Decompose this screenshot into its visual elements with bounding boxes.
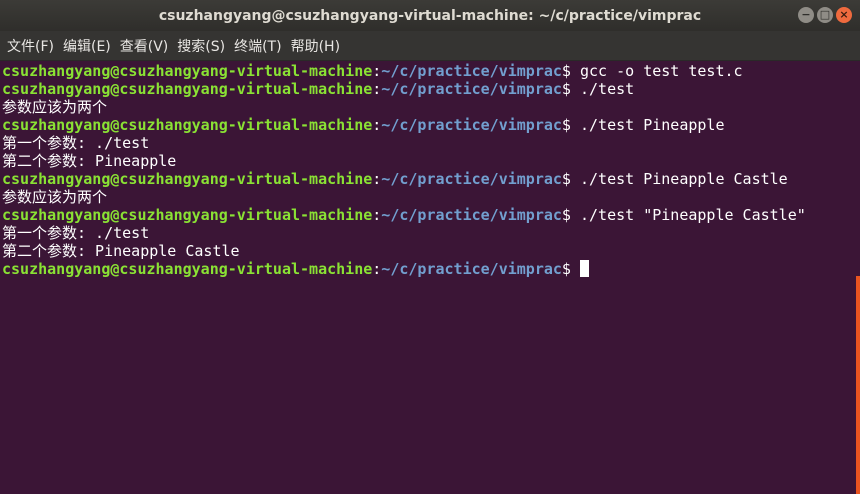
output-line: 第一个参数: ./test [2, 134, 150, 152]
prompt-user-host: csuzhangyang@csuzhangyang-virtual-machin… [2, 80, 373, 98]
prompt-user-host: csuzhangyang@csuzhangyang-virtual-machin… [2, 116, 373, 134]
command-text: ./test Pineapple [579, 116, 725, 134]
prompt-path: ~/c/practice/vimprac [381, 170, 562, 188]
menu-view[interactable]: 查看(V) [117, 36, 175, 56]
output-line: 第一个参数: ./test [2, 224, 150, 242]
minimize-button[interactable]: − [798, 7, 814, 23]
window-title: csuzhangyang@csuzhangyang-virtual-machin… [158, 7, 702, 24]
prompt-colon: : [372, 260, 382, 278]
prompt-colon: : [372, 62, 382, 80]
maximize-button[interactable]: □ [817, 7, 833, 23]
command-text: gcc -o test test.c [579, 62, 743, 80]
command-text: ./test [579, 80, 635, 98]
menu-search[interactable]: 搜索(S) [174, 36, 231, 56]
menu-file[interactable]: 文件(F) [4, 36, 60, 56]
prompt-dollar: $ [561, 80, 580, 98]
output-line: 参数应该为两个 [2, 98, 108, 116]
prompt-path: ~/c/practice/vimprac [381, 116, 562, 134]
prompt-dollar: $ [561, 170, 580, 188]
prompt-path: ~/c/practice/vimprac [381, 80, 562, 98]
close-button[interactable]: × [836, 7, 852, 23]
command-text: ./test Pineapple Castle [579, 170, 788, 188]
prompt-user-host: csuzhangyang@csuzhangyang-virtual-machin… [2, 170, 373, 188]
prompt-dollar: $ [561, 62, 580, 80]
menu-edit[interactable]: 编辑(E) [60, 36, 117, 56]
prompt-user-host: csuzhangyang@csuzhangyang-virtual-machin… [2, 260, 373, 278]
prompt-line: csuzhangyang@csuzhangyang-virtual-machin… [2, 116, 860, 134]
prompt-line: csuzhangyang@csuzhangyang-virtual-machin… [2, 62, 860, 80]
prompt-path: ~/c/practice/vimprac [381, 206, 562, 224]
prompt-dollar: $ [561, 116, 580, 134]
menu-terminal[interactable]: 终端(T) [231, 36, 287, 56]
prompt-dollar: $ [561, 260, 580, 278]
prompt-colon: : [372, 80, 382, 98]
output-line: 第二个参数: Pineapple Castle [2, 242, 240, 260]
output-line: 参数应该为两个 [2, 188, 108, 206]
terminal-output[interactable]: csuzhangyang@csuzhangyang-virtual-machin… [0, 61, 860, 494]
scrollbar[interactable] [856, 276, 860, 494]
menu-bar: 文件(F) 编辑(E) 查看(V) 搜索(S) 终端(T) 帮助(H) [0, 31, 860, 61]
prompt-colon: : [372, 170, 382, 188]
window-controls: − □ × [798, 7, 852, 23]
prompt-line: csuzhangyang@csuzhangyang-virtual-machin… [2, 206, 860, 224]
menu-help[interactable]: 帮助(H) [288, 36, 346, 56]
prompt-user-host: csuzhangyang@csuzhangyang-virtual-machin… [2, 62, 373, 80]
prompt-line: csuzhangyang@csuzhangyang-virtual-machin… [2, 260, 860, 278]
title-bar[interactable]: csuzhangyang@csuzhangyang-virtual-machin… [0, 0, 860, 31]
text-cursor [579, 260, 589, 277]
prompt-line: csuzhangyang@csuzhangyang-virtual-machin… [2, 80, 860, 98]
prompt-colon: : [372, 116, 382, 134]
prompt-path: ~/c/practice/vimprac [381, 260, 562, 278]
output-line: 第二个参数: Pineapple [2, 152, 177, 170]
prompt-user-host: csuzhangyang@csuzhangyang-virtual-machin… [2, 206, 373, 224]
prompt-path: ~/c/practice/vimprac [381, 62, 562, 80]
prompt-line: csuzhangyang@csuzhangyang-virtual-machin… [2, 170, 860, 188]
prompt-colon: : [372, 206, 382, 224]
command-text: ./test "Pineapple Castle" [579, 206, 806, 224]
prompt-dollar: $ [561, 206, 580, 224]
terminal-window: csuzhangyang@csuzhangyang-virtual-machin… [0, 0, 860, 494]
